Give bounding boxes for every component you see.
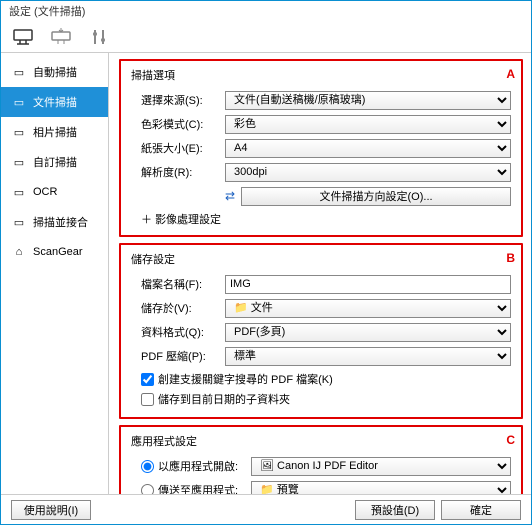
tab-settings-icon[interactable] [87,25,111,49]
saveto-select[interactable]: 📁 文件 [225,299,511,318]
sidebar-item-custom[interactable]: ▭ 自訂掃描 [1,147,108,177]
keyword-pdf-checkbox[interactable]: 創建支援關鍵字搜尋的 PDF 檔案(K) [131,369,511,389]
doc-icon: ▭ [11,154,27,170]
tab-scan-from-pc-icon[interactable] [11,25,35,49]
group-title: 應用程式設定 [131,433,511,449]
paper-label: 紙張大小(E): [131,140,225,156]
sidebar: ▭ 自動掃描 ▭ 文件掃描 ▭ 相片掃描 ▭ 自訂掃描 ▭ OCR ▭ 掃描並接合 ⌂ Sca… [1,53,109,494]
sidebar-item-label: 文件掃描 [33,94,77,110]
image-processing-label: 影像處理設定 [155,214,221,226]
doc-icon: ▭ [11,64,27,80]
sidebar-item-label: 自訂掃描 [33,154,77,170]
send-app-radio[interactable]: 傳送至應用程式: [131,480,251,494]
group-title: 儲存設定 [131,251,511,267]
sidebar-item-stitch[interactable]: ▭ 掃描並接合 [1,207,108,237]
sidebar-item-ocr[interactable]: ▭ OCR [1,177,108,207]
swap-icon[interactable]: ⇄ [225,189,235,203]
doc-icon: ▭ [11,124,27,140]
saveto-label: 儲存於(V): [131,300,225,316]
send-app-select[interactable]: 📁 預覽 [251,481,511,495]
titlebar: 設定 (文件掃描) [1,1,531,21]
compress-label: PDF 壓縮(P): [131,348,225,364]
open-with-select[interactable]: 🖼 Canon IJ PDF Editor [251,457,511,476]
color-select[interactable]: 彩色 [225,115,511,134]
filename-label: 檔案名稱(F): [131,276,225,292]
format-select[interactable]: PDF(多頁) [225,323,511,342]
sidebar-item-label: OCR [33,186,57,198]
footer: 使用說明(I) 預設值(D) 確定 [1,494,531,524]
content: A 掃描選項 選擇來源(S):文件(自動送稿機/原稿玻璃) 色彩模式(C):彩色… [109,53,531,494]
doc-icon: ▭ [11,184,27,200]
paper-select[interactable]: A4 [225,139,511,158]
group-title: 掃描選項 [131,67,511,83]
sidebar-item-label: 掃描並接合 [33,214,88,230]
tab-scan-from-panel-icon[interactable] [49,25,73,49]
image-processing-expand[interactable]: ＋ 影像處理設定 [131,211,511,227]
doc-icon: ▭ [11,94,27,110]
sidebar-item-document[interactable]: ▭ 文件掃描 [1,87,108,117]
sidebar-item-label: 自動掃描 [33,64,77,80]
group-marker-c: C [506,433,515,447]
ok-button[interactable]: 確定 [441,500,521,520]
toolbar [1,21,531,53]
compress-select[interactable]: 標準 [225,347,511,366]
help-button[interactable]: 使用說明(I) [11,500,91,520]
group-marker-b: B [506,251,515,265]
date-subfolder-checkbox[interactable]: 儲存到目前日期的子資料夾 [131,389,511,409]
sidebar-item-scangear[interactable]: ⌂ ScanGear [1,237,108,267]
open-with-radio[interactable]: 以應用程式開啟: [131,456,251,476]
color-label: 色彩模式(C): [131,116,225,132]
sidebar-item-label: ScanGear [33,246,83,258]
plus-icon: ＋ [141,214,152,226]
res-select[interactable]: 300dpi [225,163,511,182]
scanner-icon: ⌂ [11,244,27,260]
source-select[interactable]: 文件(自動送稿機/原稿玻璃) [225,91,511,110]
sidebar-item-label: 相片掃描 [33,124,77,140]
defaults-button[interactable]: 預設值(D) [355,500,435,520]
res-label: 解析度(R): [131,164,225,180]
group-marker-a: A [506,67,515,81]
group-save-settings: B 儲存設定 檔案名稱(F): 儲存於(V):📁 文件 資料格式(Q):PDF(… [119,243,523,419]
orientation-button[interactable]: 文件掃描方向設定(O)... [241,187,511,206]
sidebar-item-photo[interactable]: ▭ 相片掃描 [1,117,108,147]
format-label: 資料格式(Q): [131,324,225,340]
sidebar-item-auto[interactable]: ▭ 自動掃描 [1,57,108,87]
group-scan-options: A 掃描選項 選擇來源(S):文件(自動送稿機/原稿玻璃) 色彩模式(C):彩色… [119,59,523,237]
doc-icon: ▭ [11,214,27,230]
filename-input[interactable] [225,275,511,294]
group-app-settings: C 應用程式設定 以應用程式開啟:🖼 Canon IJ PDF Editor 傳… [119,425,523,494]
source-label: 選擇來源(S): [131,92,225,108]
